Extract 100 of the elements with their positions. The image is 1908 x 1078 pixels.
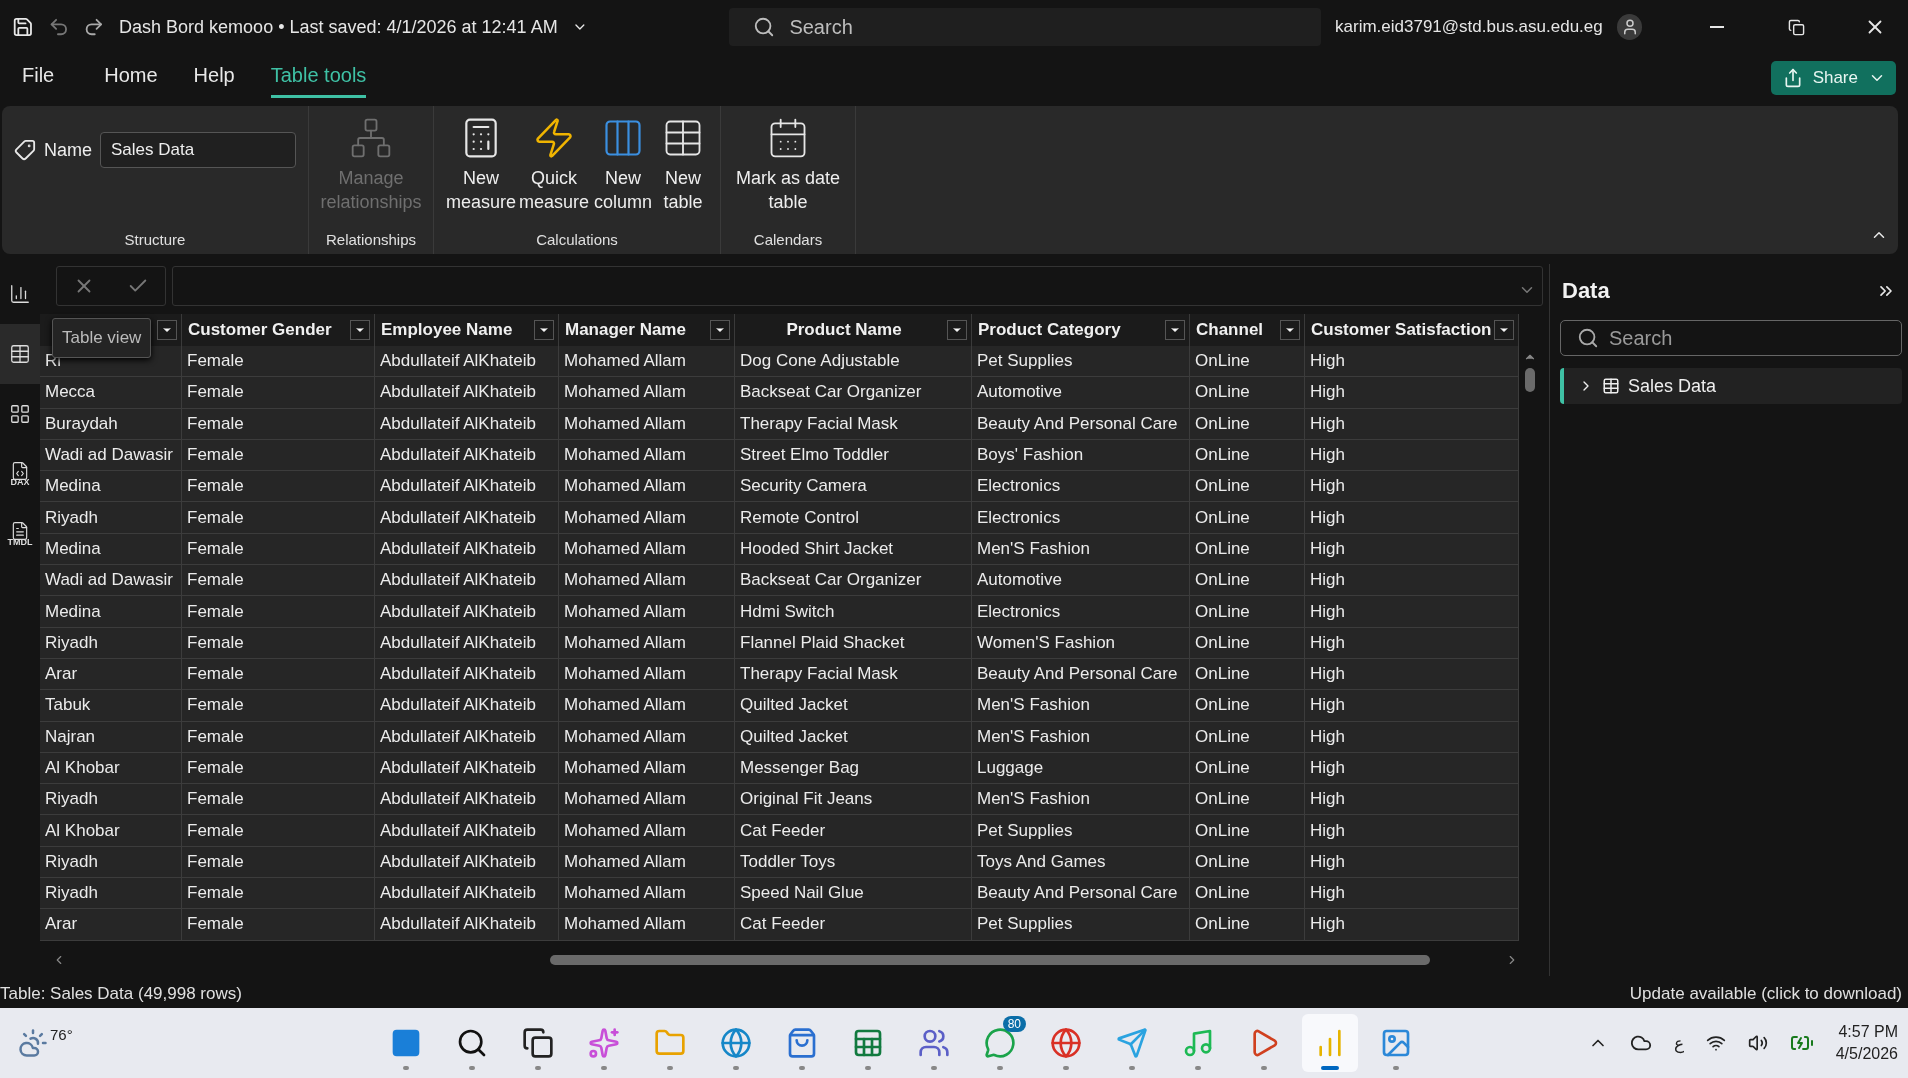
table-cell: Medina [40,471,182,503]
table-cell: Female [182,377,375,409]
header-label: Channel [1196,320,1265,340]
table-cell: Pet Supplies [972,909,1190,941]
table-cell: Female [182,878,375,910]
table-cell: Therapy Facial Mask [735,658,972,691]
table-cell: High [1305,471,1519,503]
table-cell: Abdullateif AlKhateib [375,752,559,785]
table-cell: Pet Supplies [972,815,1190,847]
table-cell: Al Khobar [40,752,182,785]
table-cell: Mohamed Allam [559,471,735,503]
table-cell: Mohamed Allam [559,815,735,847]
table-cell: Female [182,721,375,753]
table-cell: Hooded Shirt Jacket [735,533,972,566]
table-cell: Toddler Toys [735,846,972,879]
table-cell: OnLine [1190,627,1305,659]
table-cell: High [1305,784,1519,816]
table-cell: OnLine [1190,846,1305,879]
table-cell: Luggage [972,752,1190,785]
table-cell: Women'S Fashion [972,627,1190,659]
table-cell: Female [182,658,375,691]
table-cell: Mohamed Allam [559,658,735,691]
table-cell: Abdullateif AlKhateib [375,346,559,378]
table-cell: Female [182,533,375,566]
table-cell: Mohamed Allam [559,408,735,440]
header-label: Customer Gender [188,320,333,340]
table-cell: Female [182,909,375,941]
table-cell: Electronics [972,502,1190,534]
table-cell: OnLine [1190,471,1305,503]
table-cell: High [1305,878,1519,910]
table-cell: Backseat Car Organizer [735,565,972,597]
table-cell: Electronics [972,471,1190,503]
table-cell: Tabuk [40,690,182,722]
clock-date: 4/5/2026 [1835,1044,1898,1064]
table-cell: OnLine [1190,346,1305,378]
document-title: Dash Bord kemooo • Last saved: 4/1/2026 at 12:41 AM [119,16,558,38]
table-cell: Quilted Jacket [735,721,972,753]
table-cell: Toys And Games [972,846,1190,879]
table-cell: Abdullateif AlKhateib [375,408,559,440]
table-cell: Speed Nail Glue [735,878,972,910]
table-cell: High [1305,721,1519,753]
table-cell: Cat Feeder [735,815,972,847]
table-cell: Mohamed Allam [559,721,735,753]
table-cell: Riyadh [40,627,182,659]
table-cell: Abdullateif AlKhateib [375,565,559,597]
table-cell: Female [182,596,375,628]
table-cell: Electronics [972,596,1190,628]
table-cell: Medina [40,596,182,628]
group-label: Calendars [753,231,823,248]
table-cell: OnLine [1190,752,1305,785]
table-cell: Hdmi Switch [735,596,972,628]
table-cell: OnLine [1190,502,1305,534]
table-cell: Men'S Fashion [972,784,1190,816]
status-text: Table: Sales Data (49,998 rows) [0,984,242,1004]
table-cell: Female [182,815,375,847]
table-cell: Original Fit Jeans [735,784,972,816]
table-cell: Abdullateif AlKhateib [375,690,559,722]
table-cell: Abdullateif AlKhateib [375,439,559,472]
table-cell: Flannel Plaid Shacket [735,627,972,659]
table-cell: Mecca [40,377,182,409]
table-cell: Automotive [972,565,1190,597]
table-cell: Remote Control [735,502,972,534]
table-cell: Quilted Jacket [735,690,972,722]
table-cell: Female [182,690,375,722]
table-cell: OnLine [1190,690,1305,722]
table-cell: High [1305,502,1519,534]
table-cell: High [1305,346,1519,378]
table-cell: Wadi ad Dawasir [40,439,182,472]
clock-time: 4:57 PM [1838,1022,1898,1042]
table-cell: OnLine [1190,784,1305,816]
table-cell: OnLine [1190,596,1305,628]
table-cell: Mohamed Allam [559,596,735,628]
table-cell: High [1305,533,1519,566]
table-cell: Abdullateif AlKhateib [375,471,559,503]
table-cell: High [1305,658,1519,691]
table-cell: Mohamed Allam [559,439,735,472]
table-cell: Abdullateif AlKhateib [375,596,559,628]
table-cell: High [1305,627,1519,659]
table-cell: Medina [40,533,182,566]
table-cell: Abdullateif AlKhateib [375,721,559,753]
table-cell: Mohamed Allam [559,346,735,378]
table-cell: Therapy Facial Mask [735,408,972,440]
table-cell: Mohamed Allam [559,502,735,534]
table-cell: Arar [40,909,182,941]
table-cell: Mohamed Allam [559,909,735,941]
table-cell: Mohamed Allam [559,533,735,566]
header-label: Manager Name [565,320,687,340]
table-cell: Female [182,565,375,597]
table-cell: Beauty And Personal Care [972,878,1190,910]
header-label: Customer Satisfaction [1311,320,1493,340]
table-cell: Female [182,471,375,503]
table-cell: High [1305,377,1519,409]
table-cell: Abdullateif AlKhateib [375,784,559,816]
table-cell: Al Khobar [40,815,182,847]
header-label: Product Name [785,320,903,340]
table-cell: Female [182,784,375,816]
table-cell: High [1305,846,1519,879]
temperature: 76° [50,1025,73,1043]
table-cell: OnLine [1190,878,1305,910]
table-cell: OnLine [1190,533,1305,566]
